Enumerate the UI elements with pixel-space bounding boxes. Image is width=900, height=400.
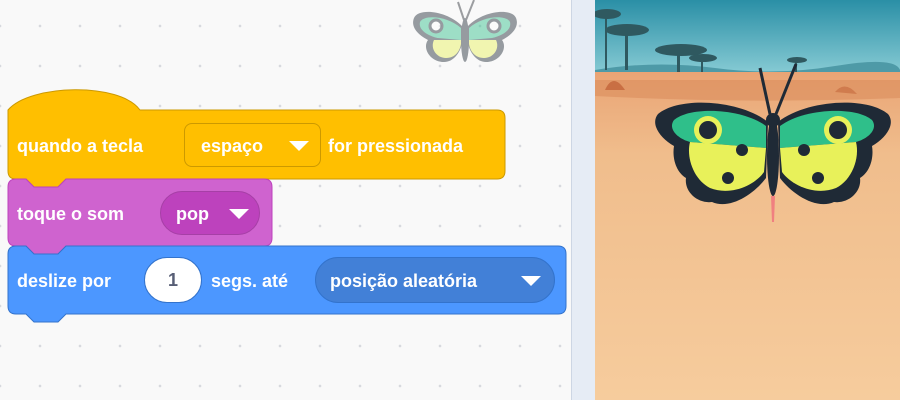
- pane-divider[interactable]: [571, 0, 595, 400]
- code-workspace[interactable]: quando a tecla espaço for pressionada to…: [0, 0, 571, 400]
- butterfly-icon[interactable]: [650, 62, 900, 227]
- glide-target-dropdown[interactable]: posição aleatória: [315, 257, 555, 303]
- chevron-down-icon: [521, 276, 541, 286]
- glide-target-dropdown-value: posição aleatória: [330, 271, 478, 291]
- stage[interactable]: [595, 0, 900, 400]
- glide-block-label-prefix: deslize por: [17, 271, 112, 291]
- seconds-input-value: 1: [167, 270, 178, 290]
- glide-block-label-middle: segs. até: [211, 271, 289, 291]
- seconds-input[interactable]: 1: [144, 257, 202, 303]
